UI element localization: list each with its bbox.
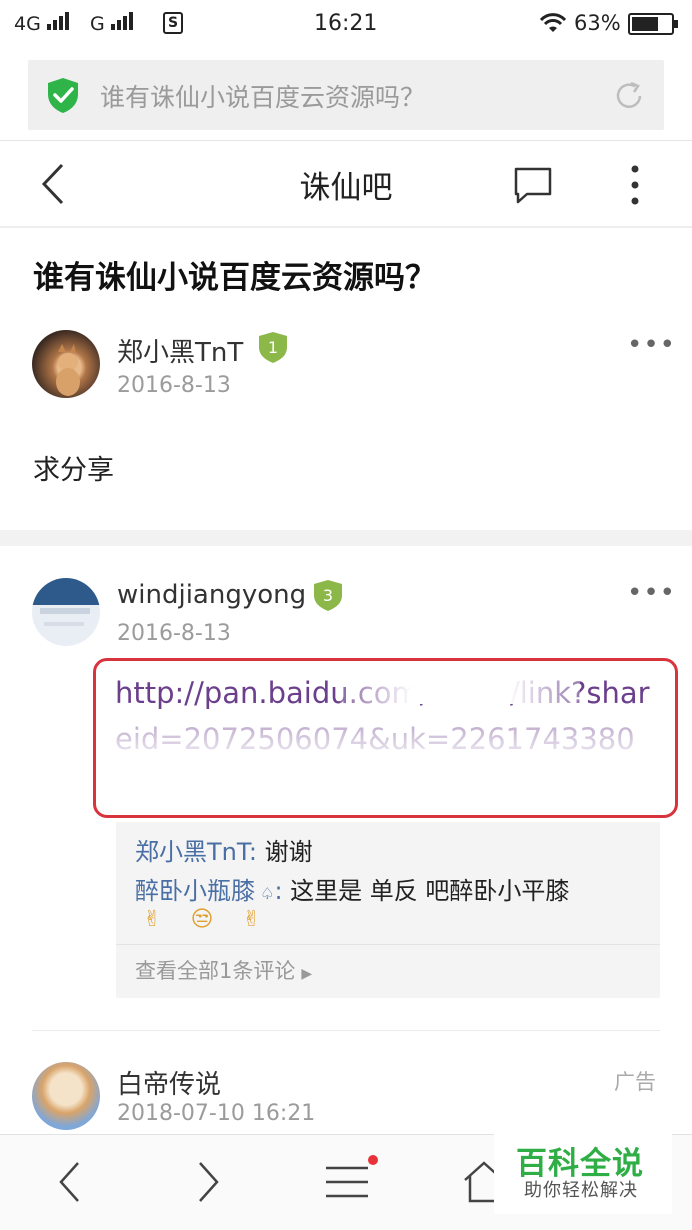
highlight-box xyxy=(93,658,678,818)
divider xyxy=(116,944,660,945)
menu-icon[interactable] xyxy=(324,1162,370,1202)
avatar[interactable] xyxy=(32,1062,100,1130)
post-date: 2016-8-13 xyxy=(117,373,231,398)
divider xyxy=(0,226,692,228)
section-divider xyxy=(0,530,692,546)
comment-text: 这里是 单反 吧醉卧小平膝 xyxy=(282,877,570,905)
ad-label: 广告 xyxy=(614,1070,656,1094)
level-badge: 1 xyxy=(256,330,290,368)
battery-percent: 63% xyxy=(574,11,621,35)
avatar[interactable] xyxy=(32,578,100,646)
signal-icon xyxy=(44,12,69,35)
back-nav-icon[interactable] xyxy=(56,1160,84,1204)
unamused-emoji-icon: 😒 xyxy=(190,907,214,932)
network-4g-label: 4G xyxy=(14,13,41,35)
refresh-icon[interactable] xyxy=(613,80,645,112)
divider xyxy=(32,1030,660,1031)
comment-text: 谢谢 xyxy=(257,838,313,866)
victory-emoji-icon: ✌ xyxy=(143,907,162,932)
comment-icon[interactable] xyxy=(513,165,553,205)
page-title: 诛仙吧 xyxy=(299,170,393,206)
svg-text:1: 1 xyxy=(268,338,278,357)
status-bar: 4G G S 16:21 63% xyxy=(0,0,692,48)
comment-item[interactable]: 郑小黑TnT: 谢谢 xyxy=(135,832,313,867)
reply-author-name[interactable]: windjiangyong xyxy=(117,580,306,610)
watermark-subtitle: 助你轻松解决 xyxy=(524,1180,638,1201)
ad-date: 2018-07-10 16:21 xyxy=(117,1101,316,1126)
clock: 16:21 xyxy=(314,11,378,36)
avatar[interactable] xyxy=(32,330,100,398)
chevron-right-icon: ▶ xyxy=(301,966,313,982)
view-all-comments-link[interactable]: 查看全部1条评论 ▶ xyxy=(135,955,312,985)
comment-item[interactable]: 醉卧小瓶膝 ♤: 这里是 单反 吧醉卧小平膝 xyxy=(135,871,569,906)
more-horizontal-icon[interactable]: ••• xyxy=(627,578,676,608)
comment-user[interactable]: 郑小黑TnT xyxy=(135,838,249,866)
post-content: 求分享 xyxy=(33,455,114,486)
more-vertical-icon[interactable] xyxy=(628,164,642,206)
reply-date: 2016-8-13 xyxy=(117,621,231,646)
battery-icon xyxy=(628,13,678,35)
author-name[interactable]: 郑小黑TnT xyxy=(117,332,243,369)
post-title: 谁有诛仙小说百度云资源吗？ xyxy=(33,260,436,296)
notification-dot xyxy=(368,1155,378,1165)
spade-icon: ♤ xyxy=(255,884,275,903)
secure-shield-icon xyxy=(48,78,78,113)
victory-emoji-icon: ✌ xyxy=(242,907,261,932)
signal-icon-2 xyxy=(108,12,133,35)
more-horizontal-icon[interactable]: ••• xyxy=(627,330,676,360)
network-g-label: G xyxy=(90,13,105,35)
ad-author-name[interactable]: 白帝传说 xyxy=(117,1064,221,1101)
url-text[interactable]: 谁有诛仙小说百度云资源吗？ xyxy=(100,78,425,114)
level-badge: 3 xyxy=(311,578,345,616)
comment-user[interactable]: 醉卧小瓶膝 xyxy=(135,877,255,905)
divider xyxy=(0,140,692,141)
emoji-row: ✌ 😒 ✌ xyxy=(143,907,261,932)
forward-nav-icon[interactable] xyxy=(194,1160,222,1204)
sim-icon: S xyxy=(163,12,183,34)
wifi-icon xyxy=(539,13,567,32)
svg-text:3: 3 xyxy=(323,586,333,605)
